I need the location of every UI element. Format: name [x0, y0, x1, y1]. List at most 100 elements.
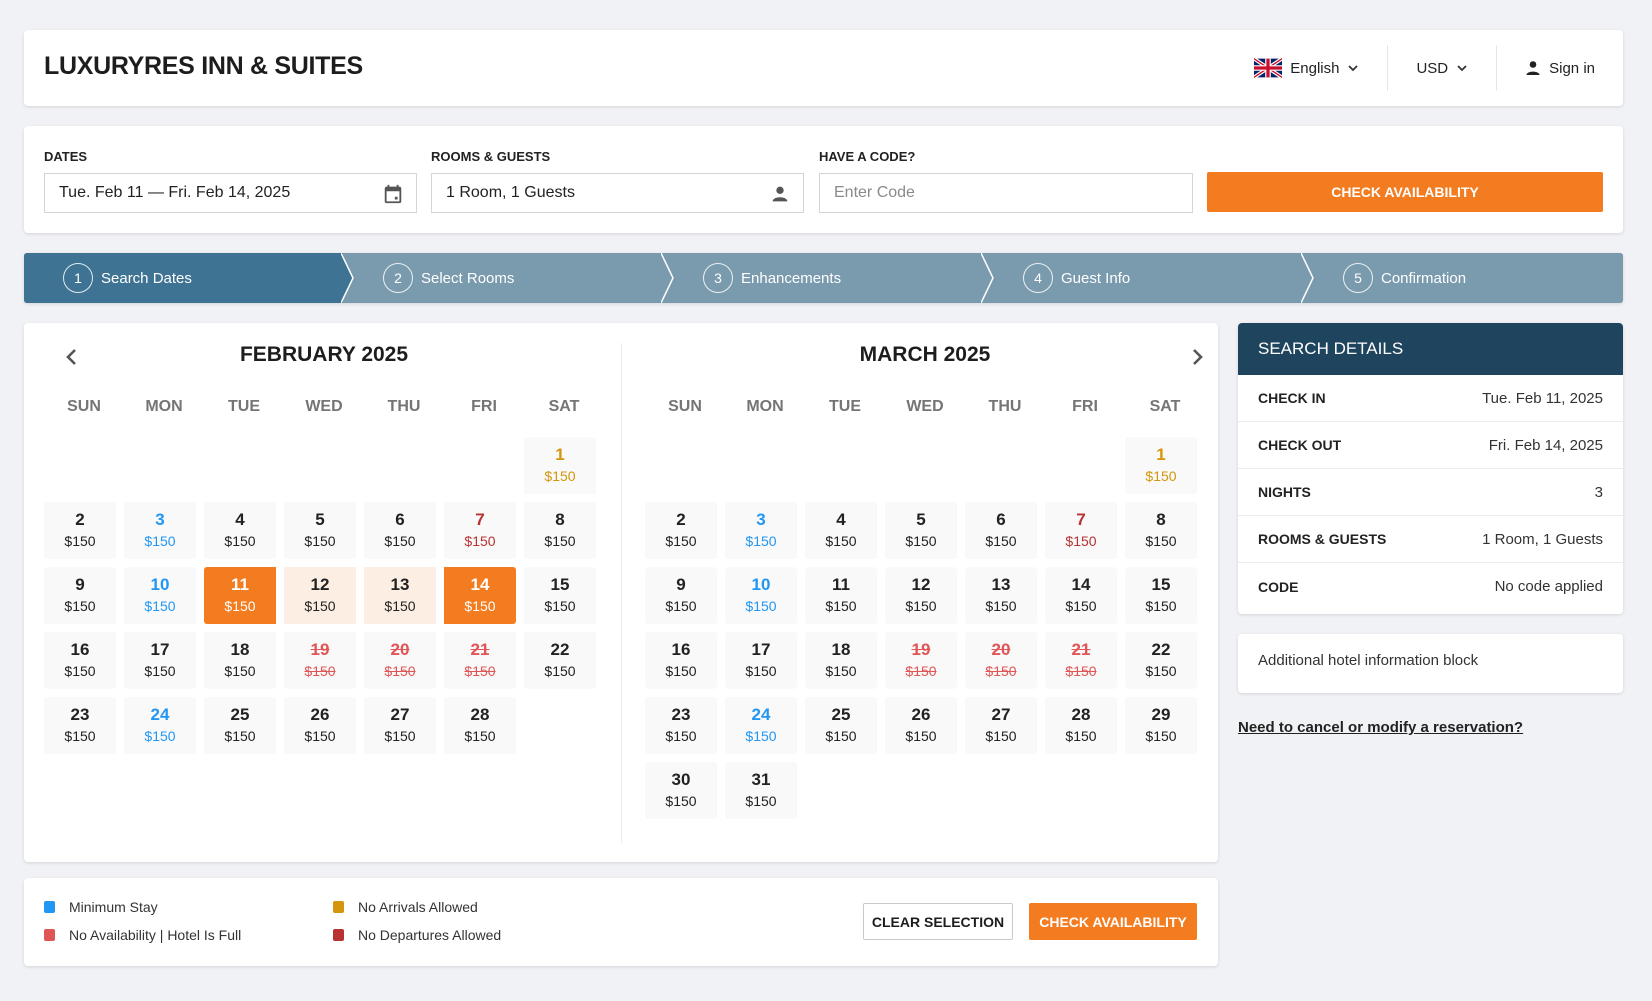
day-cell[interactable]: 25 $150: [805, 697, 877, 754]
day-cell[interactable]: 23 $150: [645, 697, 717, 754]
day-cell[interactable]: 24 $150: [725, 697, 797, 754]
day-cell[interactable]: 5 $150: [885, 502, 957, 559]
step-number: 4: [1023, 263, 1053, 293]
day-cell[interactable]: 3 $150: [725, 502, 797, 559]
day-number: 20: [390, 640, 410, 659]
day-cell[interactable]: 4 $150: [805, 502, 877, 559]
currency-selector[interactable]: USD: [1387, 45, 1496, 91]
weekday-label: SAT: [548, 398, 580, 415]
day-cell[interactable]: 17 $150: [124, 632, 196, 689]
day-cell[interactable]: 22 $150: [524, 632, 596, 689]
day-cell[interactable]: 18 $150: [805, 632, 877, 689]
day-price: $150: [825, 533, 857, 549]
day-cell[interactable]: 9 $150: [645, 567, 717, 624]
language-label: English: [1290, 59, 1340, 77]
day-number: 10: [751, 575, 771, 594]
day-cell[interactable]: 24 $150: [124, 697, 196, 754]
day-number: 2: [676, 510, 686, 529]
day-cell[interactable]: 10 $150: [124, 567, 196, 624]
day-cell[interactable]: 2 $150: [44, 502, 116, 559]
day-cell[interactable]: 22 $150: [1125, 632, 1197, 689]
step-label: Select Rooms: [421, 269, 515, 287]
promo-code-field[interactable]: [819, 173, 1193, 213]
day-cell[interactable]: 26 $150: [284, 697, 356, 754]
step-select-rooms[interactable]: 2 Select Rooms: [343, 253, 674, 303]
day-cell[interactable]: 15 $150: [524, 567, 596, 624]
calendar-icon[interactable]: [382, 183, 404, 205]
weekday-label: THU: [988, 398, 1022, 415]
day-cell[interactable]: 2 $150: [645, 502, 717, 559]
empty-cell: [284, 437, 356, 494]
day-cell[interactable]: 23 $150: [44, 697, 116, 754]
dates-value: Tue. Feb 11 — Fri. Feb 14, 2025: [59, 184, 291, 201]
next-month-icon[interactable]: [1185, 345, 1209, 369]
cancel-modify-link[interactable]: Need to cancel or modify a reservation?: [1238, 719, 1523, 736]
sign-in-label: Sign in: [1549, 59, 1595, 77]
day-cell[interactable]: 31 $150: [725, 762, 797, 819]
weekday-label: SAT: [1149, 398, 1181, 415]
day-cell[interactable]: 6 $150: [364, 502, 436, 559]
clear-selection-button[interactable]: CLEAR SELECTION: [863, 903, 1013, 940]
day-cell[interactable]: 30 $150: [645, 762, 717, 819]
day-number: 24: [751, 705, 771, 724]
weekday-label: TUE: [228, 398, 260, 415]
day-cell[interactable]: 28 $150: [1045, 697, 1117, 754]
step-confirmation[interactable]: 5 Confirmation: [1303, 253, 1623, 303]
day-cell[interactable]: 27 $150: [364, 697, 436, 754]
day-number: 20: [991, 640, 1011, 659]
day-cell[interactable]: 7 $150: [444, 502, 516, 559]
dates-field[interactable]: Tue. Feb 11 — Fri. Feb 14, 2025: [44, 173, 417, 213]
day-cell[interactable]: 11 $150: [805, 567, 877, 624]
day-number: 1: [555, 445, 565, 464]
day-cell[interactable]: 16 $150: [44, 632, 116, 689]
check-availability-bottom-button[interactable]: CHECK AVAILABILITY: [1029, 903, 1197, 940]
rooms-guests-field[interactable]: 1 Room, 1 Guests: [431, 173, 804, 213]
day-cell[interactable]: 14 $150: [1045, 567, 1117, 624]
hotel-info-block: Additional hotel information block: [1238, 634, 1623, 693]
day-cell[interactable]: 9 $150: [44, 567, 116, 624]
weekday-label: WED: [906, 398, 944, 415]
empty-cell: [645, 437, 717, 494]
day-cell[interactable]: 27 $150: [965, 697, 1037, 754]
day-cell: 19 $150: [885, 632, 957, 689]
day-cell[interactable]: 14 $150: [444, 567, 516, 624]
day-cell[interactable]: 8 $150: [524, 502, 596, 559]
step-enhancements[interactable]: 3 Enhancements: [663, 253, 994, 303]
day-cell[interactable]: 25 $150: [204, 697, 276, 754]
language-selector[interactable]: English: [1226, 45, 1387, 91]
day-cell[interactable]: 12 $150: [284, 567, 356, 624]
weekday-label: SUN: [67, 398, 101, 415]
day-cell[interactable]: 1 $150: [1125, 437, 1197, 494]
day-cell[interactable]: 16 $150: [645, 632, 717, 689]
day-cell[interactable]: 8 $150: [1125, 502, 1197, 559]
day-cell[interactable]: 26 $150: [885, 697, 957, 754]
day-number: 3: [756, 510, 766, 529]
promo-code-input[interactable]: [834, 184, 1178, 202]
day-cell[interactable]: 13 $150: [364, 567, 436, 624]
legend-swatch: [333, 901, 344, 913]
day-cell[interactable]: 4 $150: [204, 502, 276, 559]
day-cell[interactable]: 5 $150: [284, 502, 356, 559]
day-cell[interactable]: 7 $150: [1045, 502, 1117, 559]
day-cell[interactable]: 1 $150: [524, 437, 596, 494]
sign-in-button[interactable]: Sign in: [1496, 45, 1623, 91]
step-guest-info[interactable]: 4 Guest Info: [983, 253, 1314, 303]
day-cell[interactable]: 10 $150: [725, 567, 797, 624]
day-cell[interactable]: 29 $150: [1125, 697, 1197, 754]
weekday-header: SUN MON TUE WED THU FRI SAT: [645, 398, 1205, 416]
day-cell[interactable]: 28 $150: [444, 697, 516, 754]
check-availability-button[interactable]: CHECK AVAILABILITY: [1207, 172, 1603, 212]
day-number: 22: [1151, 640, 1171, 659]
day-cell[interactable]: 6 $150: [965, 502, 1037, 559]
day-cell[interactable]: 18 $150: [204, 632, 276, 689]
day-cell[interactable]: 15 $150: [1125, 567, 1197, 624]
empty-cell: [885, 437, 957, 494]
day-cell[interactable]: 11 $150: [204, 567, 276, 624]
step-search-dates[interactable]: 1 Search Dates: [24, 253, 354, 303]
day-cell[interactable]: 3 $150: [124, 502, 196, 559]
day-cell[interactable]: 17 $150: [725, 632, 797, 689]
day-cell[interactable]: 13 $150: [965, 567, 1037, 624]
day-cell[interactable]: 12 $150: [885, 567, 957, 624]
day-number: 13: [991, 575, 1011, 594]
day-number: 23: [671, 705, 691, 724]
